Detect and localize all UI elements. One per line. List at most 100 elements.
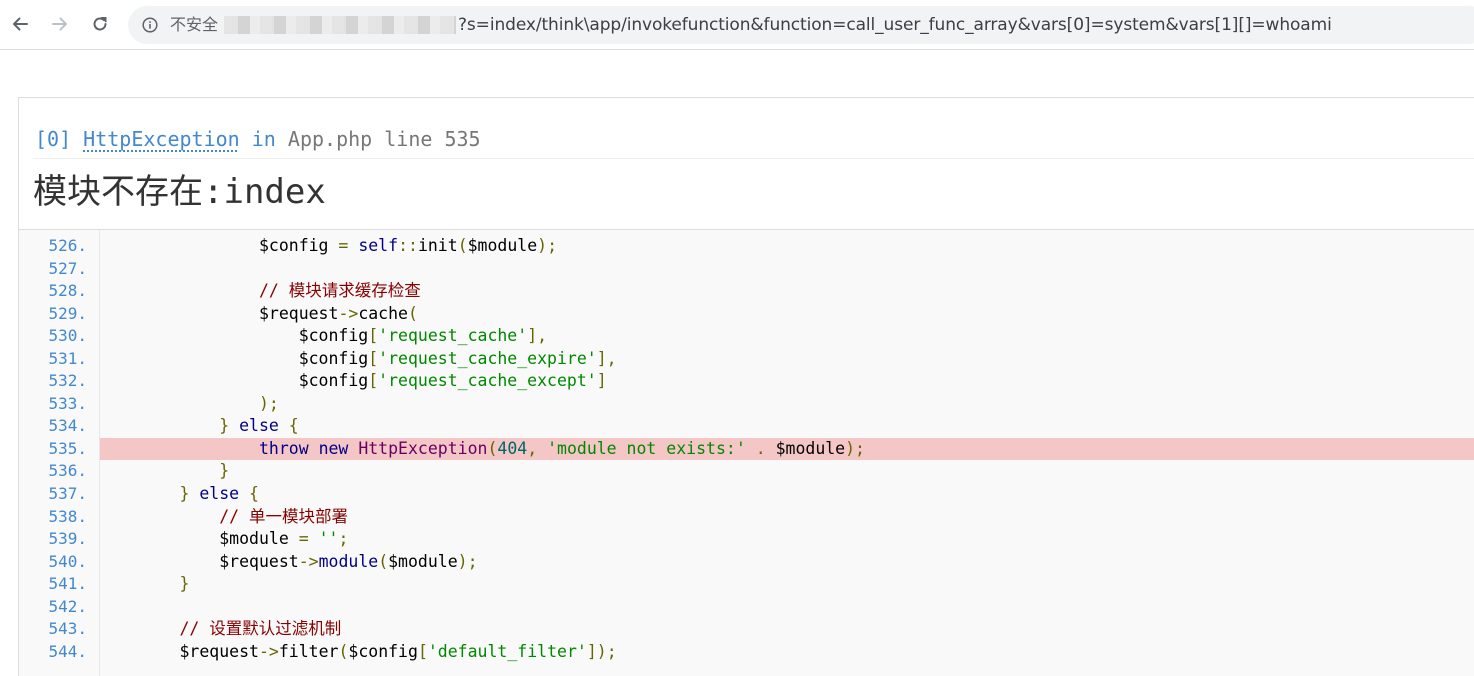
code-line: 531. $config['request_cache_expire'], xyxy=(19,348,1474,371)
code-token: = xyxy=(288,529,319,549)
code-token: } xyxy=(179,574,190,594)
code-token: else xyxy=(199,484,240,504)
code-text: $config['request_cache'], xyxy=(100,325,547,348)
line-number: 543. xyxy=(48,619,87,639)
code-token: filter xyxy=(278,641,339,661)
code-text: $config['request_cache_expire'], xyxy=(100,348,617,371)
code-token: ; xyxy=(338,529,349,549)
source-code-view: 526. $config = self::init($module); 527. 5… xyxy=(19,229,1474,676)
code-token: , xyxy=(527,438,548,458)
code-token: $request xyxy=(258,303,339,323)
code-text: } xyxy=(100,460,229,483)
code-line: 526. $config = self::init($module); xyxy=(19,235,1474,258)
code-token: $module xyxy=(219,529,289,549)
url-text[interactable]: ?s=index/think\app/invokefunction&functi… xyxy=(458,15,1332,35)
code-line-body: $config = self::init($module); xyxy=(100,235,1474,258)
code-line-body: $config['request_cache_expire'], xyxy=(100,348,1474,371)
code-token: -> xyxy=(298,551,319,571)
code-token: $module xyxy=(467,236,538,255)
code-token: $config xyxy=(298,326,369,346)
forward-button[interactable] xyxy=(46,10,74,38)
exception-line-number: 535 xyxy=(444,127,481,151)
code-line: 540. $request->module($module); xyxy=(19,551,1474,574)
code-line-body: $config['request_cache_except'] xyxy=(100,370,1474,393)
code-token: :: xyxy=(398,236,418,255)
code-token: // 设置默认过滤机制 xyxy=(179,619,342,639)
code-token: module xyxy=(318,551,379,571)
code-line-body: } else { xyxy=(100,483,1474,506)
code-token: $module xyxy=(775,438,846,458)
code-token: // 模块请求缓存检查 xyxy=(258,281,421,301)
code-token: ( xyxy=(407,303,418,323)
code-text: $request->filter($config['default_filter… xyxy=(100,641,616,664)
line-number: 537. xyxy=(48,484,87,504)
arrow-back-icon xyxy=(13,17,28,31)
line-number: 527. xyxy=(48,258,87,278)
code-token: cache xyxy=(358,303,408,323)
exception-message: 模块不存在:index xyxy=(33,172,326,212)
code-text: $config['request_cache_except'] xyxy=(100,370,607,393)
code-line-body: $module = ''; xyxy=(100,528,1474,551)
code-token: ( xyxy=(457,236,468,255)
code-token: 'request_cache_except' xyxy=(378,371,597,391)
code-line: 539. $module = ''; xyxy=(19,528,1474,551)
code-token: 404 xyxy=(497,438,528,458)
code-token: ], xyxy=(596,348,617,368)
code-token: ( xyxy=(338,641,349,661)
code-line: 532. $config['request_cache_except'] xyxy=(19,370,1474,393)
reload-button[interactable] xyxy=(86,10,114,38)
code-line-body: throw new HttpException(404, 'module not… xyxy=(100,437,1474,461)
code-line: 536. } xyxy=(19,460,1474,483)
code-token: 'request_cache' xyxy=(378,326,528,346)
code-line-body: // 模块请求缓存检查 xyxy=(100,280,1474,303)
line-number: 534. xyxy=(48,416,87,436)
info-icon[interactable] xyxy=(142,17,158,33)
code-token: ); xyxy=(845,438,865,458)
redacted-host xyxy=(224,16,456,34)
code-token: } xyxy=(219,461,230,481)
exception-class-link[interactable]: HttpException xyxy=(83,127,240,151)
exception-panel: [0] HttpException in App.php line 535 模块… xyxy=(18,97,1474,676)
code-line: 538. // 单一模块部署 xyxy=(19,506,1474,529)
code-text: $request->cache( xyxy=(100,303,418,326)
address-bar[interactable]: 不安全 ?s=index/think\app/invokefunction&fu… xyxy=(128,6,1474,44)
code-token: [ xyxy=(368,326,379,346)
code-line-body: $config['request_cache'], xyxy=(100,325,1474,348)
browser-toolbar: 不安全 ?s=index/think\app/invokefunction&fu… xyxy=(0,0,1474,50)
code-token: ); xyxy=(457,551,478,571)
reload-icon xyxy=(93,17,107,31)
code-token: } xyxy=(179,484,200,504)
back-button[interactable] xyxy=(6,10,34,38)
exception-line-label: line xyxy=(384,127,433,151)
line-number: 529. xyxy=(48,303,87,323)
code-token: ] xyxy=(596,371,607,391)
code-token: new xyxy=(318,438,349,458)
code-text: // 单一模块部署 xyxy=(100,506,348,529)
code-token: ); xyxy=(537,236,558,255)
line-number: 536. xyxy=(48,461,87,481)
code-text: $request->module($module); xyxy=(100,551,478,574)
exception-header: [0] HttpException in App.php line 535 xyxy=(35,124,481,154)
exception-file: App.php xyxy=(287,127,373,151)
line-number: 526. xyxy=(48,236,87,255)
code-line-highlighted: 535. throw new HttpException(404, 'modul… xyxy=(19,437,1474,461)
code-line: 541. } xyxy=(19,573,1474,596)
code-line-body xyxy=(100,596,1474,619)
code-line: 544. $request->filter($config['default_f… xyxy=(19,641,1474,664)
code-text: // 模块请求缓存检查 xyxy=(100,280,421,303)
code-text: // 设置默认过滤机制 xyxy=(100,618,341,641)
exception-in-word: in xyxy=(251,127,276,151)
security-status-label[interactable]: 不安全 xyxy=(170,15,218,35)
code-text: $module = ''; xyxy=(100,528,348,551)
